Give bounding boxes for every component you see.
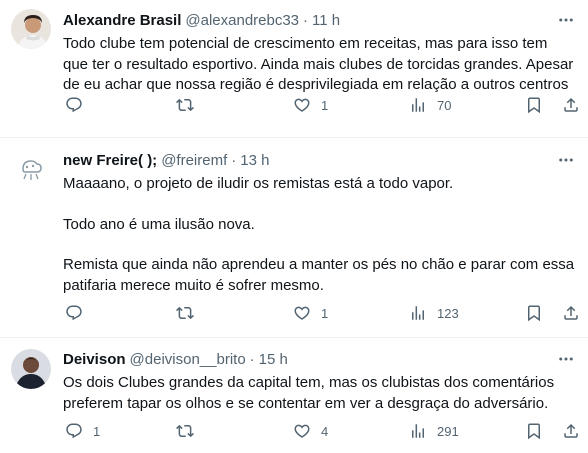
retweet-icon [176,98,194,112]
tweet-actions: 1 70 [63,95,578,115]
separator-dot: · [303,11,309,29]
views-chart-icon [412,306,424,320]
reply-count: 1 [93,423,101,439]
reply-icon [66,305,82,321]
heart-icon [294,424,310,438]
tweet-actions: 1 123 [63,303,578,323]
bookmark-button[interactable] [525,421,543,441]
tweet-header: Alexandre Brasil @alexandrebc33 · 11 h [63,10,576,30]
tweet-paragraph: Maaaano, o projeto de iludir os remistas… [63,175,454,192]
share-icon [564,305,578,320]
share-button[interactable] [562,421,580,441]
views-button[interactable]: 123 [409,303,459,323]
retweet-button[interactable] [176,421,204,441]
like-count: 1 [321,305,329,321]
bookmark-button[interactable] [525,303,543,323]
tweet[interactable]: new Freire( ); @freiremf · 13 h Maaaano,… [0,138,588,338]
view-count: 70 [437,97,452,113]
tweet-actions: 1 4 291 [63,421,578,441]
heart-icon [294,98,310,112]
share-button[interactable] [562,95,580,115]
separator-dot: · [249,350,255,368]
share-icon [564,423,578,438]
tweet[interactable]: Deivison @deivison__brito · 15 h Os dois… [0,338,588,453]
author-name[interactable]: Alexandre Brasil [63,12,181,29]
tweet[interactable]: Alexandre Brasil @alexandrebc33 · 11 h T… [0,0,588,138]
avatar[interactable] [11,149,51,189]
tweet-paragraph: Os dois Clubes grandes da capital tem, m… [63,374,555,412]
heart-icon [294,306,310,320]
author-handle[interactable]: @freiremf [161,152,227,169]
like-button[interactable]: 4 [293,421,328,441]
reply-button[interactable] [65,95,93,115]
timestamp[interactable]: 13 h [240,152,269,169]
reply-icon [66,97,82,113]
tweet-text: Todo clube tem potencial de crescimento … [63,34,576,96]
retweet-icon [176,306,194,320]
more-options-icon[interactable] [556,349,576,369]
share-button[interactable] [562,303,580,323]
bookmark-icon [528,423,540,440]
timestamp[interactable]: 15 h [259,351,288,368]
bookmark-icon [528,97,540,114]
avatar[interactable] [11,349,51,389]
views-button[interactable]: 291 [409,421,459,441]
share-icon [564,97,578,112]
retweet-button[interactable] [176,95,204,115]
views-button[interactable]: 70 [409,95,451,115]
bookmark-icon [528,305,540,322]
timestamp[interactable]: 11 h [312,12,340,29]
like-count: 1 [321,97,329,113]
tweet-text: Maaaano, o projeto de iludir os remistas… [63,174,576,296]
separator-dot: · [231,151,237,169]
avatar[interactable] [11,9,51,49]
like-count: 4 [321,423,329,439]
author-name[interactable]: Deivison [63,351,126,368]
author-name[interactable]: new Freire( ); [63,152,157,169]
tweet-header: Deivison @deivison__brito · 15 h [63,349,576,369]
timeline: Alexandre Brasil @alexandrebc33 · 11 h T… [0,0,588,453]
author-handle[interactable]: @deivison__brito [130,351,246,368]
views-chart-icon [412,98,424,112]
reply-button[interactable]: 1 [65,421,100,441]
more-options-icon[interactable] [556,10,576,30]
tweet-header: new Freire( ); @freiremf · 13 h [63,150,576,170]
tweet-paragraph: Remista que ainda não aprendeu a manter … [63,256,575,294]
tweet-paragraph: Todo ano é uma ilusão nova. [63,215,255,233]
view-count: 291 [437,423,459,439]
tweet-paragraph: Todo clube tem potencial de crescimento … [63,35,574,93]
like-button[interactable]: 1 [293,303,328,323]
retweet-icon [176,424,194,438]
retweet-button[interactable] [176,303,204,323]
view-count: 123 [437,305,459,321]
tweet-text: Os dois Clubes grandes da capital tem, m… [63,373,576,414]
views-chart-icon [412,424,424,438]
reply-button[interactable] [65,303,93,323]
bookmark-button[interactable] [525,95,543,115]
like-button[interactable]: 1 [293,95,328,115]
more-options-icon[interactable] [556,150,576,170]
author-handle[interactable]: @alexandrebc33 [185,12,299,29]
reply-icon [66,423,82,439]
